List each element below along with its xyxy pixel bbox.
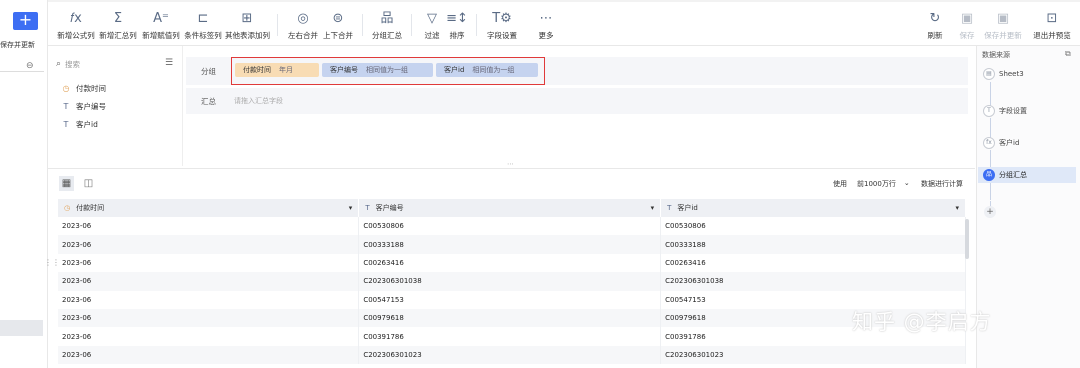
- exit-preview-button[interactable]: ⊡ 退出并预览: [1030, 10, 1074, 44]
- panel-title: 数据来源: [982, 51, 1010, 59]
- use-label: 使用: [833, 180, 847, 188]
- step-connector: [990, 150, 991, 168]
- step-item[interactable]: 品分组汇总: [983, 169, 1027, 181]
- fx-icon: fx: [983, 137, 995, 149]
- merge-ud-icon: ⊜: [332, 11, 344, 26]
- table-row: 2023-06 C202306301038 C202306301038: [58, 272, 966, 291]
- field-list-toggle-icon[interactable]: ☰: [165, 58, 173, 68]
- field-setting-icon: T: [983, 105, 995, 117]
- exit-preview-icon: ⊡: [1046, 11, 1058, 26]
- field-item[interactable]: T 客户编号: [62, 101, 106, 112]
- merge-left-right-button[interactable]: ◎ 左右合并: [286, 10, 320, 44]
- search-placeholder: 搜索: [65, 59, 81, 69]
- step-connector: [990, 182, 991, 200]
- field-panel: ⌕ 搜索 ☰ ◷ 付款时间 T 客户编号 T 客户id: [48, 46, 183, 166]
- sigma-icon: Σ: [113, 11, 123, 26]
- filter-icon: ▽: [427, 11, 437, 26]
- clock-icon: ◷: [62, 84, 70, 93]
- rows-select[interactable]: 前1000万行 ⌄: [857, 179, 910, 189]
- group-sum-icon: 品: [380, 11, 394, 26]
- left-input[interactable]: [0, 60, 44, 72]
- group-label: 分组: [201, 67, 216, 76]
- add-formula-column-button[interactable]: 𝑓x 新增公式列: [56, 10, 96, 44]
- table-row: 2023-06 C00263416 C00263416: [58, 253, 966, 273]
- save-update-icon: ▣: [996, 11, 1010, 26]
- save-update-button[interactable]: ▣ 保存并更新: [983, 10, 1023, 44]
- table-view-icon[interactable]: ▦: [59, 176, 74, 191]
- column-header[interactable]: ◷ 付款时间 ▾: [58, 199, 360, 217]
- text-type-icon: T: [63, 120, 69, 129]
- merge-up-down-button[interactable]: ⊜ 上下合并: [321, 10, 355, 44]
- sort-icon: ≡↕: [446, 11, 468, 26]
- toolbar-divider: [277, 14, 278, 36]
- resize-handle-icon[interactable]: ⋯: [507, 160, 514, 168]
- summary-placeholder: 请拖入汇总字段: [234, 97, 283, 105]
- more-circle-icon[interactable]: ⊖: [26, 61, 34, 71]
- refresh-button[interactable]: ↻ 刷新: [922, 10, 948, 44]
- save-button[interactable]: ▣ 保存: [954, 10, 980, 44]
- text-type-icon: T: [365, 204, 370, 212]
- detail-view-icon[interactable]: ◫: [81, 176, 96, 191]
- add-button[interactable]: +: [13, 12, 38, 30]
- table-scrollbar[interactable]: [965, 219, 969, 259]
- watermark: 知乎 @李启方: [852, 310, 992, 334]
- clock-icon: ◷: [64, 204, 71, 212]
- more-icon: ⋯: [539, 11, 553, 26]
- save-icon: ▣: [960, 11, 974, 26]
- left-strip: + 保存并更新 ⊖ ⋮⋮: [0, 0, 60, 368]
- toolbar: 𝑓x 新增公式列 Σ 新增汇总列 A⁼ 新增赋值列 ⊏ 条件标签列 ⊞ 其他表添加列 ◎ 左…: [48, 0, 1080, 46]
- table-row: 2023-06 C00530806 C00530806: [58, 217, 966, 236]
- field-search[interactable]: ⌕ 搜索: [56, 56, 174, 72]
- search-icon: ⌕: [56, 59, 62, 69]
- merge-lr-icon: ◎: [297, 11, 309, 26]
- caret-down-icon[interactable]: ▾: [349, 204, 353, 212]
- condition-label-column-button[interactable]: ⊏ 条件标签列: [183, 10, 223, 44]
- highlight-box: [231, 57, 545, 85]
- filter-button[interactable]: ▽ 过滤: [420, 10, 444, 44]
- table-row: 2023-06 C00979618 C00979618: [58, 308, 966, 328]
- add-step-icon[interactable]: +: [984, 206, 996, 218]
- table-row: 2023-06 C202306301023 C202306301023: [58, 345, 966, 365]
- add-assign-column-button[interactable]: A⁼ 新增赋值列: [141, 10, 181, 44]
- panel-expand-icon[interactable]: ⧉: [1065, 49, 1071, 59]
- fx-icon: 𝑓x: [70, 11, 82, 26]
- sort-button[interactable]: ≡↕ 排序: [445, 10, 469, 44]
- compute-label: 数据进行计算: [921, 180, 963, 188]
- toolbar-divider: [411, 14, 412, 36]
- condition-icon: ⊏: [197, 11, 209, 26]
- group-summary-button[interactable]: 品分组汇总: [370, 10, 404, 44]
- text-type-icon: T: [667, 204, 672, 212]
- other-table-add-column-button[interactable]: ⊞ 其他表添加列: [225, 10, 270, 44]
- left-selected-row[interactable]: [0, 320, 43, 336]
- summary-row[interactable]: 汇总 请拖入汇总字段: [186, 88, 968, 114]
- field-setting-icon: T⚙: [492, 11, 512, 26]
- field-item[interactable]: ◷ 付款时间: [62, 83, 107, 94]
- chevron-down-icon: ⌄: [903, 179, 910, 187]
- caret-down-icon[interactable]: ▾: [955, 204, 959, 212]
- add-summary-column-button[interactable]: Σ 新增汇总列: [98, 10, 138, 44]
- assign-icon: A⁼: [153, 11, 169, 26]
- sheet-icon: ▤: [983, 68, 995, 80]
- column-header[interactable]: T 客户id ▾: [660, 199, 966, 217]
- summary-label: 汇总: [201, 97, 216, 106]
- caret-down-icon[interactable]: ▾: [651, 204, 655, 212]
- toolbar-divider: [362, 14, 363, 36]
- table-row: 2023-06 C00391786 C00391786: [58, 327, 966, 346]
- step-item[interactable]: ▤ Sheet3: [983, 68, 1024, 80]
- table-row: 2023-06 C00547153 C00547153: [58, 290, 966, 309]
- data-table: ◷ 付款时间 ▾ T 客户编号 ▾ T 客户id ▾ 2023-06 C00530806 C00…: [58, 199, 966, 365]
- group-sum-icon: 品: [983, 169, 995, 181]
- toolbar-divider: [476, 14, 477, 36]
- other-table-icon: ⊞: [241, 11, 253, 26]
- field-item[interactable]: T 客户id: [62, 119, 98, 130]
- column-header[interactable]: T 客户编号 ▾: [358, 199, 662, 217]
- save-update-link[interactable]: 保存并更新: [0, 40, 35, 50]
- more-button[interactable]: ⋯ 更多: [533, 10, 559, 44]
- text-type-icon: T: [63, 102, 69, 111]
- table-row: 2023-06 C00333188 C00333188: [58, 235, 966, 254]
- field-setting-button[interactable]: T⚙ 字段设置: [485, 10, 519, 44]
- step-item[interactable]: T 字段设置: [983, 105, 1027, 117]
- refresh-icon: ↻: [929, 11, 941, 26]
- step-item[interactable]: fx 客户id: [983, 137, 1019, 149]
